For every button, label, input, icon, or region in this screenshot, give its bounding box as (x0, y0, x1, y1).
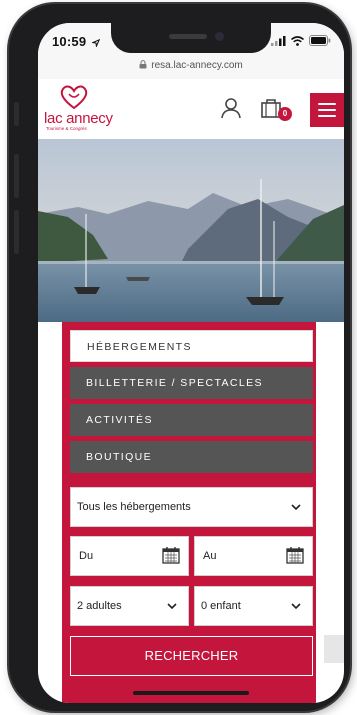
mute-switch (14, 102, 19, 126)
children-select[interactable]: 0 enfant (194, 586, 313, 626)
cart-count-badge: 0 (278, 107, 292, 121)
cellular-signal-icon (271, 35, 286, 46)
battery-icon (309, 35, 331, 46)
phone-screen: 10:59 resa.lac-annecy.com lac annecy Tou… (38, 23, 344, 703)
accommodation-type-select[interactable]: Tous les hébergements (70, 487, 313, 527)
tab-boutique[interactable]: BOUTIQUE (70, 441, 313, 473)
url-text: resa.lac-annecy.com (151, 60, 243, 71)
speaker (169, 34, 207, 39)
status-time: 10:59 (52, 34, 101, 49)
calendar-icon[interactable] (162, 546, 180, 564)
site-logo[interactable]: lac annecy Tourisme & Congrès (44, 85, 114, 133)
chevron-down-icon (291, 504, 301, 511)
user-icon[interactable] (220, 97, 242, 119)
hero-lake-photo (38, 139, 344, 322)
tab-hebergements[interactable]: HÉBERGEMENTS (70, 330, 313, 362)
heart-logo-icon (60, 85, 88, 110)
date-from-field[interactable]: Du (70, 536, 189, 576)
phone-frame: 10:59 resa.lac-annecy.com lac annecy Tou… (9, 4, 350, 711)
home-indicator[interactable] (133, 691, 249, 695)
hamburger-menu-icon[interactable] (310, 93, 344, 127)
wifi-icon (291, 35, 304, 46)
calendar-icon[interactable] (286, 546, 304, 564)
booking-widget: HÉBERGEMENTS BILLETTERIE / SPECTACLES AC… (62, 322, 316, 703)
date-from-label: Du (79, 550, 94, 562)
notch (111, 23, 271, 53)
tab-billetterie-spectacles[interactable]: BILLETTERIE / SPECTACLES (70, 367, 313, 399)
location-arrow-icon (90, 38, 101, 48)
status-bar: 10:59 (38, 23, 344, 59)
status-icons (271, 35, 331, 46)
search-button[interactable]: RECHERCHER (70, 636, 313, 676)
front-camera (215, 32, 224, 41)
children-value: 0 enfant (201, 600, 241, 612)
cart-button[interactable]: 0 (260, 95, 292, 121)
volume-down-button (14, 210, 19, 254)
chevron-down-icon (291, 603, 301, 610)
scroll-to-top-button[interactable] (324, 635, 344, 663)
adults-value: 2 adultes (77, 600, 122, 612)
date-to-field[interactable]: Au (194, 536, 313, 576)
browser-url-bar[interactable]: resa.lac-annecy.com (38, 59, 344, 79)
volume-up-button (14, 154, 19, 198)
site-header: lac annecy Tourisme & Congrès 0 (38, 79, 344, 139)
date-to-label: Au (203, 550, 217, 562)
lock-icon (139, 60, 147, 69)
adults-select[interactable]: 2 adultes (70, 586, 189, 626)
tab-activites[interactable]: ACTIVITÉS (70, 404, 313, 436)
chevron-down-icon (167, 603, 177, 610)
accommodation-type-value: Tous les hébergements (77, 501, 191, 513)
logo-text: lac annecy (44, 110, 113, 127)
lake-mountains-image (38, 139, 344, 322)
logo-subtitle: Tourisme & Congrès (46, 126, 87, 131)
